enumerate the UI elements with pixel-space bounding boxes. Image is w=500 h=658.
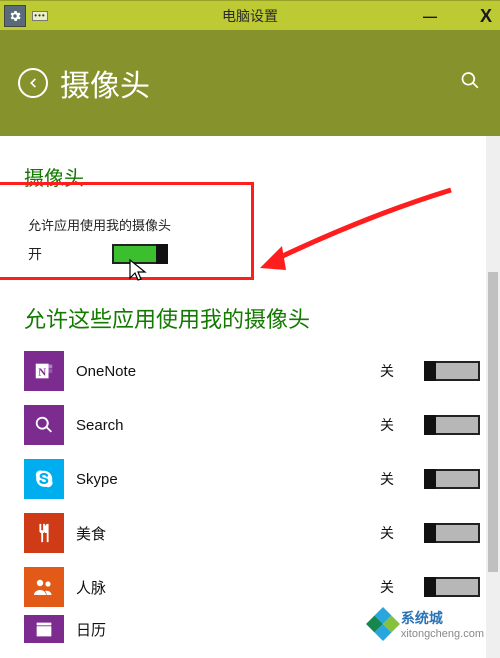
app-row-onenote: N OneNote 关 bbox=[24, 344, 480, 398]
master-toggle-state: 开 bbox=[28, 244, 42, 264]
page-title: 摄像头 bbox=[60, 61, 150, 105]
close-button[interactable]: X bbox=[472, 5, 500, 27]
search-app-icon bbox=[24, 405, 64, 445]
app-toggle[interactable] bbox=[424, 523, 480, 543]
minimize-button[interactable]: — bbox=[416, 5, 444, 27]
app-toggle[interactable] bbox=[424, 415, 480, 435]
app-name: Skype bbox=[76, 471, 370, 488]
section-heading-apps: 允许这些应用使用我的摄像头 bbox=[24, 302, 480, 334]
master-toggle[interactable] bbox=[112, 244, 168, 264]
app-name: OneNote bbox=[76, 363, 370, 380]
app-toggle[interactable] bbox=[424, 577, 480, 597]
app-name: 美食 bbox=[76, 523, 370, 544]
back-button[interactable] bbox=[18, 68, 48, 98]
page-header: 摄像头 bbox=[0, 30, 500, 136]
app-toggle[interactable] bbox=[424, 361, 480, 381]
calendar-icon bbox=[24, 615, 64, 643]
app-row-people: 人脉 关 bbox=[24, 560, 480, 614]
app-state: 关 bbox=[370, 361, 404, 381]
people-icon bbox=[24, 567, 64, 607]
skype-icon bbox=[24, 459, 64, 499]
app-row-food: 美食 关 bbox=[24, 506, 480, 560]
window-buttons: — X bbox=[416, 1, 500, 31]
app-state: 关 bbox=[370, 523, 404, 543]
app-state: 关 bbox=[370, 469, 404, 489]
maximize-button[interactable] bbox=[444, 5, 472, 27]
food-icon bbox=[24, 513, 64, 553]
content-area: 摄像头 允许应用使用我的摄像头 开 允许这些应用使用我的摄像头 N OneNot… bbox=[0, 136, 500, 658]
svg-text:N: N bbox=[38, 367, 46, 379]
onenote-icon: N bbox=[24, 351, 64, 391]
vertical-scrollbar[interactable] bbox=[486, 136, 500, 658]
app-name: 人脉 bbox=[76, 577, 370, 598]
app-row-calendar: 日历 bbox=[24, 614, 480, 644]
scrollbar-thumb[interactable] bbox=[488, 272, 498, 572]
search-icon[interactable] bbox=[460, 71, 480, 96]
master-toggle-label: 允许应用使用我的摄像头 bbox=[28, 215, 476, 234]
app-row-search: Search 关 bbox=[24, 398, 480, 452]
title-bar: ••• 电脑设置 — X bbox=[0, 0, 500, 30]
app-row-skype: Skype 关 bbox=[24, 452, 480, 506]
master-toggle-block: 允许应用使用我的摄像头 开 bbox=[24, 209, 480, 280]
app-list: N OneNote 关 Search 关 Skype 关 bbox=[24, 344, 480, 644]
app-toggle[interactable] bbox=[424, 469, 480, 489]
section-heading-camera: 摄像头 bbox=[24, 162, 480, 191]
app-name: Search bbox=[76, 417, 370, 434]
app-state: 关 bbox=[370, 577, 404, 597]
app-name: 日历 bbox=[76, 619, 370, 640]
app-state: 关 bbox=[370, 415, 404, 435]
